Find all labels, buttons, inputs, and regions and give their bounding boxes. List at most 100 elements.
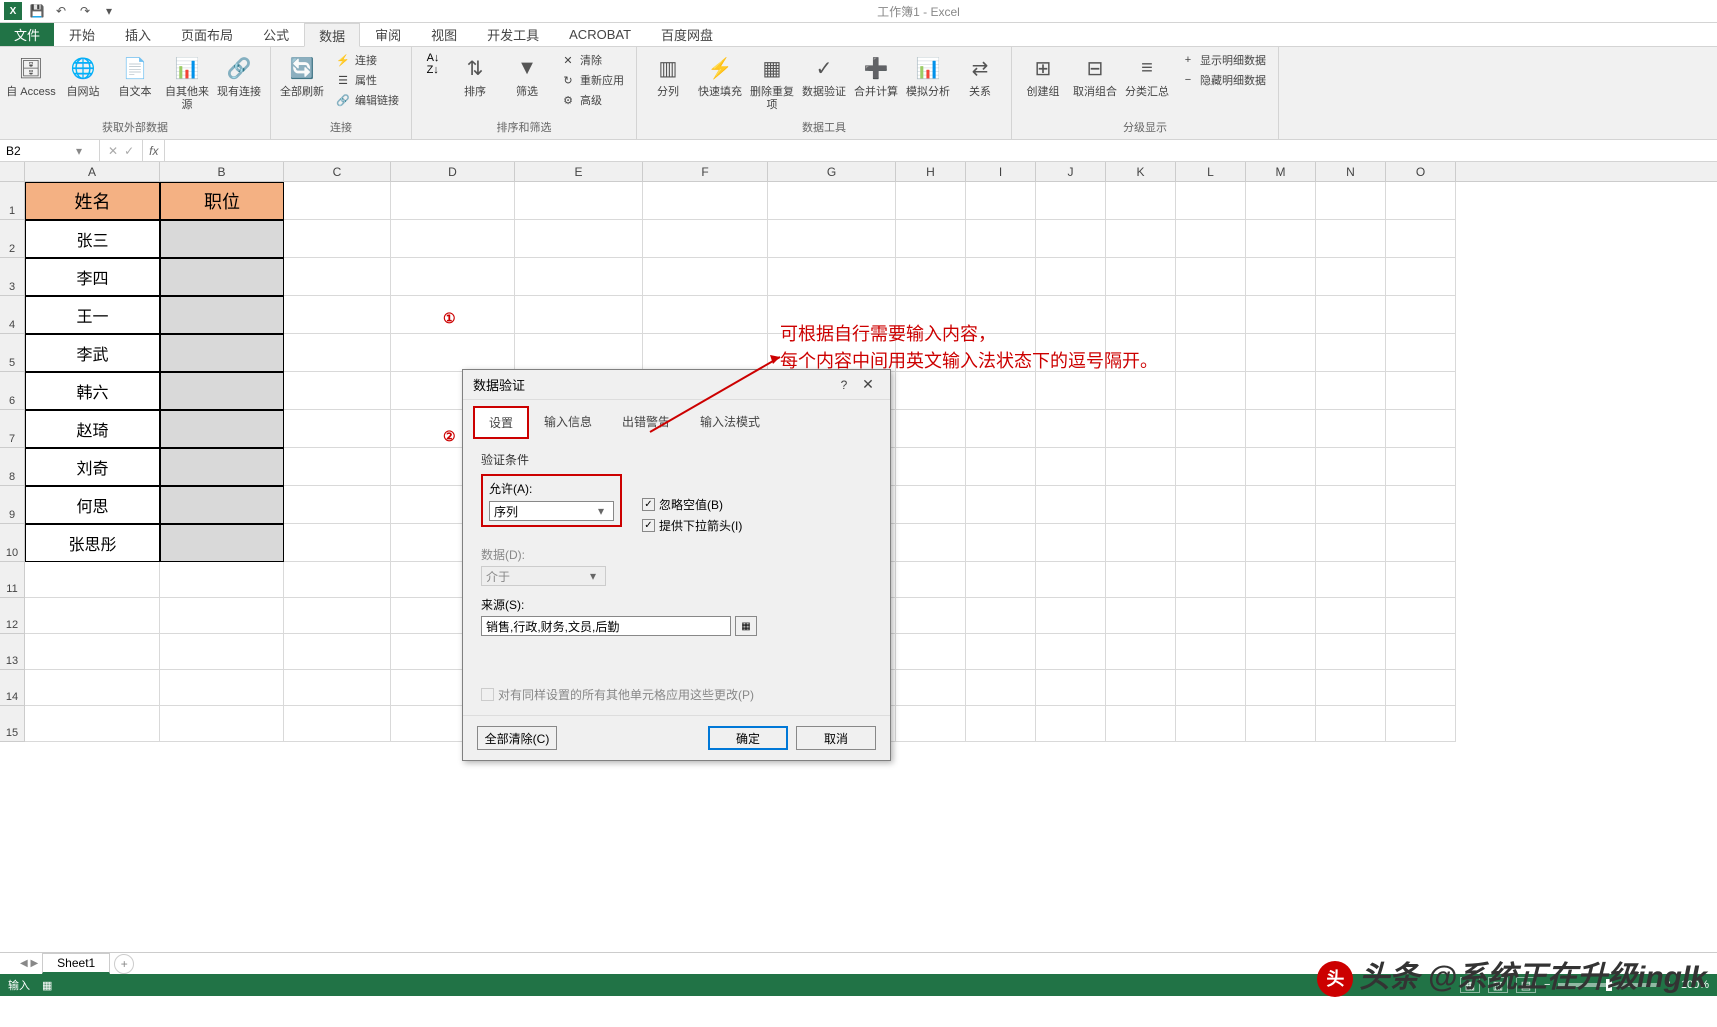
ungroup-button[interactable]: ⊟取消组合 (1070, 49, 1120, 102)
row-header[interactable]: 4 (0, 296, 25, 334)
cell[interactable] (1176, 296, 1246, 334)
cell[interactable] (515, 220, 643, 258)
cell[interactable] (896, 410, 966, 448)
group-button[interactable]: ⊞创建组 (1018, 49, 1068, 102)
cell[interactable] (896, 706, 966, 742)
cell[interactable] (1106, 220, 1176, 258)
ok-button[interactable]: 确定 (708, 726, 788, 750)
cell[interactable] (515, 334, 643, 372)
cell[interactable] (966, 524, 1036, 562)
cell[interactable] (1386, 524, 1456, 562)
cell[interactable] (1106, 524, 1176, 562)
enter-formula-icon[interactable]: ✓ (124, 144, 134, 158)
tab-data[interactable]: 数据 (304, 23, 360, 47)
tab-insert[interactable]: 插入 (110, 23, 166, 46)
hide-detail-button[interactable]: −隐藏明细数据 (1176, 71, 1270, 89)
cell[interactable] (1316, 634, 1386, 670)
tab-acrobat[interactable]: ACROBAT (554, 23, 646, 46)
fx-icon[interactable]: fx (143, 140, 165, 161)
cell[interactable] (966, 372, 1036, 410)
dialog-tab-input-message[interactable]: 输入信息 (529, 406, 607, 439)
cell[interactable] (1246, 372, 1316, 410)
cell[interactable] (1106, 562, 1176, 598)
cell[interactable] (896, 220, 966, 258)
refresh-all-button[interactable]: 🔄全部刷新 (277, 49, 327, 111)
from-web-button[interactable]: 🌐自网站 (58, 49, 108, 115)
cell[interactable] (284, 182, 391, 220)
cell[interactable] (1246, 296, 1316, 334)
tab-formulas[interactable]: 公式 (248, 23, 304, 46)
column-header[interactable]: I (966, 162, 1036, 181)
cell[interactable] (1316, 524, 1386, 562)
cell[interactable] (160, 524, 284, 562)
cell[interactable] (1176, 220, 1246, 258)
cell[interactable] (1246, 486, 1316, 524)
cell[interactable] (1386, 410, 1456, 448)
column-header[interactable]: J (1036, 162, 1106, 181)
cell[interactable] (1316, 182, 1386, 220)
cell[interactable] (1036, 448, 1106, 486)
advanced-button[interactable]: ⚙高级 (556, 91, 628, 109)
consolidate-button[interactable]: ➕合并计算 (851, 49, 901, 115)
cell[interactable] (643, 334, 768, 372)
undo-icon[interactable]: ↶ (50, 1, 72, 21)
reapply-button[interactable]: ↻重新应用 (556, 71, 628, 89)
cell[interactable] (160, 258, 284, 296)
cell[interactable] (896, 598, 966, 634)
cell[interactable] (1386, 296, 1456, 334)
cell[interactable] (1176, 258, 1246, 296)
cell[interactable] (1176, 524, 1246, 562)
row-header[interactable]: 3 (0, 258, 25, 296)
cell[interactable] (768, 182, 896, 220)
cell[interactable] (896, 634, 966, 670)
formula-input[interactable] (165, 140, 1717, 161)
cell[interactable] (1316, 706, 1386, 742)
redo-icon[interactable]: ↷ (74, 1, 96, 21)
clear-all-button[interactable]: 全部清除(C) (477, 726, 557, 750)
cell[interactable] (1246, 410, 1316, 448)
cell[interactable] (896, 182, 966, 220)
cell[interactable] (25, 706, 160, 742)
cell[interactable] (1106, 410, 1176, 448)
cell[interactable] (966, 562, 1036, 598)
sheet-tab[interactable]: Sheet1 (42, 953, 110, 974)
range-picker-icon[interactable]: ▦ (735, 616, 757, 636)
column-header[interactable]: D (391, 162, 515, 181)
cell[interactable] (160, 334, 284, 372)
cell[interactable] (160, 372, 284, 410)
cell[interactable] (284, 334, 391, 372)
subtotal-button[interactable]: ≡分类汇总 (1122, 49, 1172, 102)
cell[interactable] (1386, 220, 1456, 258)
cell[interactable] (1386, 598, 1456, 634)
cell[interactable]: 王一 (25, 296, 160, 334)
tab-review[interactable]: 审阅 (360, 23, 416, 46)
cell[interactable] (1106, 448, 1176, 486)
file-tab[interactable]: 文件 (0, 23, 54, 46)
cell[interactable] (1386, 634, 1456, 670)
cell[interactable] (391, 334, 515, 372)
row-header[interactable]: 14 (0, 670, 25, 706)
cell[interactable] (1036, 258, 1106, 296)
column-header[interactable]: O (1386, 162, 1456, 181)
cell[interactable]: 赵琦 (25, 410, 160, 448)
row-header[interactable]: 8 (0, 448, 25, 486)
column-header[interactable]: E (515, 162, 643, 181)
cell[interactable] (1036, 524, 1106, 562)
filter-button[interactable]: ▼筛选 (502, 49, 552, 111)
row-header[interactable]: 5 (0, 334, 25, 372)
cell[interactable]: 职位 (160, 182, 284, 220)
cell[interactable] (1176, 486, 1246, 524)
cell[interactable] (284, 486, 391, 524)
cell[interactable] (1316, 220, 1386, 258)
cell[interactable] (160, 598, 284, 634)
allow-dropdown[interactable]: 序列 ▾ (489, 501, 614, 521)
from-text-button[interactable]: 📄自文本 (110, 49, 160, 115)
name-box[interactable]: ▾ (0, 140, 100, 161)
row-header[interactable]: 12 (0, 598, 25, 634)
clear-button[interactable]: ✕清除 (556, 51, 628, 69)
cell[interactable] (1246, 182, 1316, 220)
cell[interactable] (966, 220, 1036, 258)
cell[interactable] (1106, 670, 1176, 706)
cell[interactable] (643, 258, 768, 296)
existing-connections-button[interactable]: 🔗现有连接 (214, 49, 264, 115)
